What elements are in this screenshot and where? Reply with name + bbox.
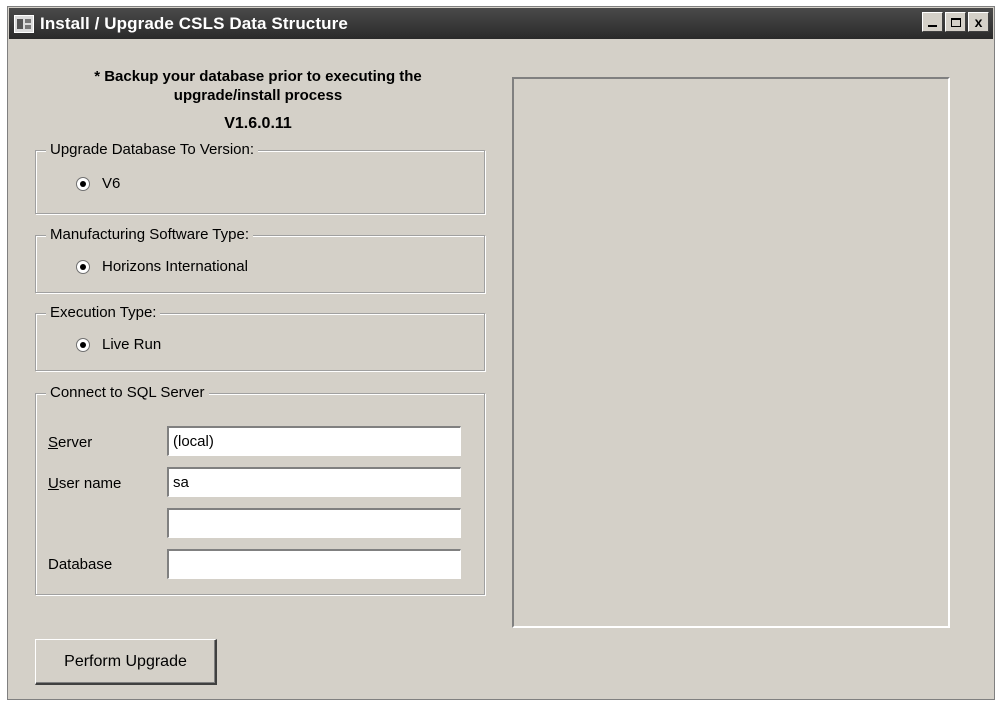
radio-live-run-label: Live Run <box>102 336 162 353</box>
server-label-rest: erver <box>58 434 93 451</box>
version-label: V1.6.0.11 <box>224 115 292 132</box>
radio-selected-icon[interactable] <box>76 337 90 352</box>
radio-v6-label: V6 <box>102 175 121 192</box>
radio-selected-icon[interactable] <box>76 176 90 191</box>
software-type-group: Manufacturing Software Type: Horizons In… <box>35 226 485 293</box>
execution-type-group: Execution Type: Live Run <box>35 304 485 371</box>
perform-upgrade-button[interactable]: Perform Upgrade <box>35 639 217 685</box>
username-label: User name <box>48 475 121 492</box>
server-input[interactable] <box>167 426 461 456</box>
username-label-rest: ser name <box>58 475 122 492</box>
window-title: Install / Upgrade CSLS Data Structure <box>40 13 348 33</box>
maximize-icon <box>950 17 961 27</box>
database-label: Database <box>48 556 113 573</box>
close-icon: x <box>974 14 983 30</box>
username-input[interactable] <box>167 467 461 497</box>
maximize-button[interactable] <box>945 12 966 32</box>
backup-notice-line1: * Backup your database prior to executin… <box>94 68 422 85</box>
window-controls: x <box>922 12 989 32</box>
minimize-icon <box>928 25 937 27</box>
radio-live-run[interactable]: Live Run <box>76 336 161 353</box>
password-input[interactable] <box>167 508 461 538</box>
server-label-accel: S <box>48 434 59 451</box>
output-log-panel[interactable] <box>512 77 950 628</box>
backup-notice-line2: upgrade/install process <box>173 87 343 104</box>
installer-window: Install / Upgrade CSLS Data Structure x … <box>7 6 995 700</box>
server-label: Server <box>48 434 92 451</box>
radio-v6[interactable]: V6 <box>76 175 120 192</box>
radio-selected-icon[interactable] <box>76 259 90 274</box>
radio-horizons-label: Horizons International <box>102 258 248 275</box>
execution-type-title: Execution Type: <box>46 304 161 322</box>
close-button[interactable]: x <box>968 12 989 32</box>
sql-connection-group: Connect to SQL Server Server User name D… <box>35 384 485 595</box>
sql-connection-title: Connect to SQL Server <box>46 384 209 402</box>
database-input[interactable] <box>167 549 461 579</box>
software-type-title: Manufacturing Software Type: <box>46 226 253 244</box>
radio-horizons-international[interactable]: Horizons International <box>76 258 248 275</box>
app-icon[interactable] <box>14 14 34 33</box>
title-bar[interactable]: Install / Upgrade CSLS Data Structure x <box>9 8 993 39</box>
username-label-accel: U <box>48 475 59 492</box>
upgrade-version-group: Upgrade Database To Version: V6 <box>35 141 485 214</box>
minimize-button[interactable] <box>922 12 943 32</box>
backup-notice: * Backup your database prior to executin… <box>68 67 448 105</box>
upgrade-version-title: Upgrade Database To Version: <box>46 141 259 159</box>
